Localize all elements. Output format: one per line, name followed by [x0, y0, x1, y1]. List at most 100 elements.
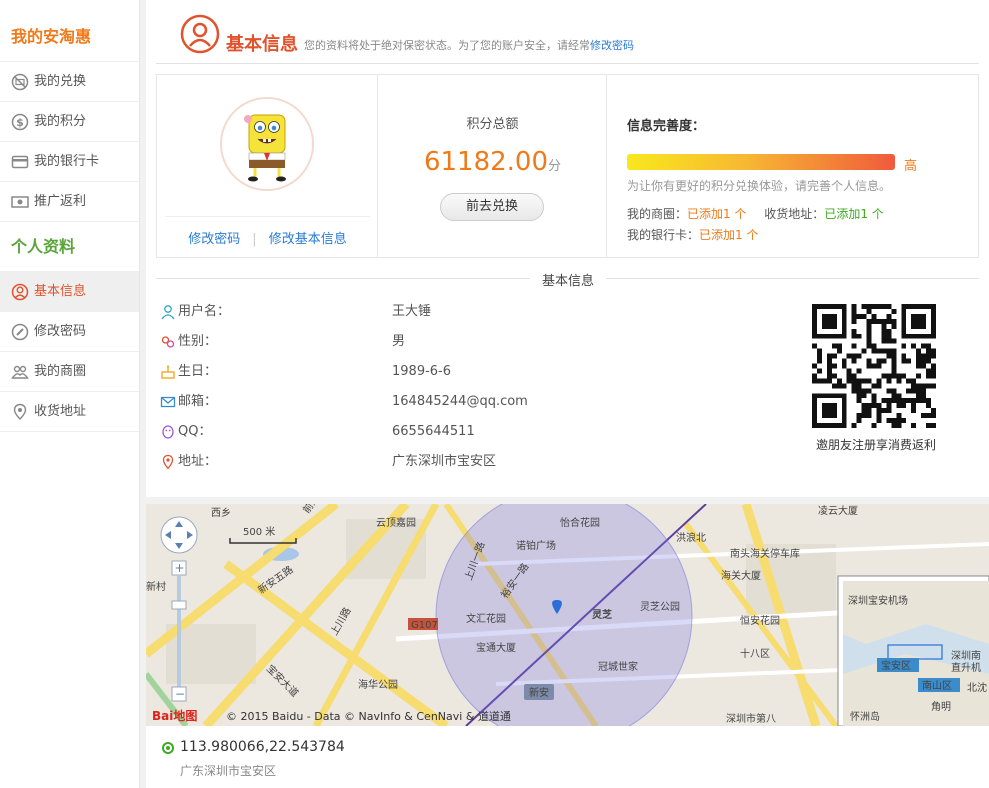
map-scale-label: 500 米 — [243, 525, 275, 538]
field-gender: 性别： 男 — [160, 332, 560, 352]
cake-icon — [161, 365, 175, 379]
user-circle-icon — [180, 14, 220, 54]
completeness-title: 信息完善度： — [627, 119, 706, 134]
map-label: 南头海关停车库 — [730, 547, 800, 560]
basic-info-section-label: 基本信息 — [530, 270, 607, 289]
map-label: 新村 — [146, 580, 166, 593]
bank-card-label: 我的银行卡： — [627, 228, 700, 242]
map-label: 深圳宝安机场 — [848, 594, 908, 607]
sidebar-item-my-exchange[interactable]: 我的兑换 — [0, 62, 139, 102]
location-pin-icon — [162, 454, 174, 470]
map-label: 恒安花园 — [740, 614, 780, 627]
map-canvas[interactable]: 西乡 云顶嘉园 怡合花园 洪浪北 凌云大厦 诺铂广场 南头海关停车库 新安五路 … — [146, 504, 989, 726]
field-username: 用户名： 王大锤 — [160, 302, 560, 322]
sidebar-item-label: 修改密码 — [34, 324, 87, 339]
profile-card: 修改密码 | 修改基本信息 — [157, 75, 378, 257]
map-label: 灵芝 — [592, 608, 612, 621]
sidebar-item-referral-rebate[interactable]: 推广返利 — [0, 182, 139, 222]
description-text: 您的资料将处于绝对保密状态。为了您的账户安全，请经常 — [304, 39, 590, 52]
points-card: 积分总额 61182.00分 前去兑换 — [378, 75, 607, 257]
sidebar-item-my-points[interactable]: $ 我的积分 — [0, 102, 139, 142]
location-pin-icon — [13, 403, 27, 420]
completeness-card: 信息完善度： 高 为让你有更好的积分兑换体验，请完善个人信息。 我的商圈：已添加… — [607, 75, 978, 257]
field-birthday: 生日： 1989-6-6 — [160, 362, 560, 382]
address-value-link[interactable]: 已添加1 个 — [824, 207, 883, 221]
map-logo-text: Bai地图 — [152, 708, 197, 723]
points-number: 61182.00 — [423, 147, 549, 177]
page: 我的安淘惠 我的兑换 $ 我的积分 我的银行卡 推广返利 个人资料 基本信息 修… — [0, 0, 989, 788]
change-password-link[interactable]: 修改密码 — [188, 232, 240, 247]
address-label: 收货地址： — [764, 207, 825, 221]
sidebar-item-basic-info[interactable]: 基本信息 — [0, 272, 139, 312]
dollar-coin-icon: $ — [11, 113, 29, 131]
gender-icon — [161, 336, 175, 348]
field-value: 广东深圳市宝安区 — [392, 454, 497, 469]
sidebar-item-label: 我的兑换 — [34, 74, 87, 89]
qq-penguin-icon — [162, 425, 174, 439]
map-label: 冠城世家 — [598, 660, 638, 673]
completeness-level: 高 — [904, 159, 918, 174]
page-title: 基本信息 — [226, 34, 298, 55]
bank-card-value-link[interactable]: 已添加1 个 — [699, 228, 758, 242]
change-password-link[interactable]: 修改密码 — [590, 39, 634, 52]
points-total: 61182.00分 — [378, 147, 607, 177]
map-label: 文汇花园 — [466, 612, 506, 625]
avatar[interactable] — [220, 97, 314, 191]
map-label: G107 — [411, 620, 438, 631]
map-label: 北沈 — [967, 681, 987, 694]
map-label: 灵芝公园 — [640, 600, 680, 613]
people-group-icon — [11, 365, 29, 379]
circle-and-address-row: 我的商圈：已添加1 个 收货地址：已添加1 个 — [627, 205, 884, 222]
edit-basic-info-link[interactable]: 修改基本信息 — [269, 232, 347, 247]
sidebar-item-label: 基本信息 — [34, 284, 87, 299]
field-email: 邮箱： 164845244@qq.com — [160, 392, 560, 412]
sidebar-section-title-account: 我的安淘惠 — [0, 0, 139, 62]
map-label: 深圳南 — [951, 649, 981, 662]
sidebar-item-shipping-address[interactable]: 收货地址 — [0, 392, 139, 432]
field-value: 6655644511 — [392, 424, 475, 439]
summary-panel: 修改密码 | 修改基本信息 积分总额 61182.00分 前去兑换 信息完善度： 高… — [156, 74, 979, 258]
map-label: 宝安区 — [881, 659, 911, 672]
mail-icon — [160, 396, 176, 408]
qr-caption: 邀朋友注册享消费返利 — [815, 438, 936, 452]
zoom-slider-handle[interactable] — [171, 600, 187, 610]
divider — [165, 216, 370, 217]
map-label: 深圳市第八 — [726, 712, 776, 725]
map-label: 宝通大厦 — [476, 641, 516, 654]
svg-text:−: − — [175, 687, 185, 701]
completeness-tip: 为让你有更好的积分兑换体验，请完善个人信息。 — [627, 179, 892, 193]
sidebar-section-title-profile: 个人资料 — [0, 222, 139, 272]
pencil-icon — [11, 323, 29, 341]
location-coordinates: 113.980066,22.543784 — [180, 739, 345, 755]
field-label: 用户名： — [178, 304, 231, 319]
completeness-progress-bar — [627, 154, 895, 170]
sidebar-item-my-circle[interactable]: 我的商圈 — [0, 352, 139, 392]
bank-card-row: 我的银行卡：已添加1 个 — [627, 226, 758, 243]
sidebar-item-bank-card[interactable]: 我的银行卡 — [0, 142, 139, 182]
map-label: 十八区 — [740, 647, 770, 660]
referral-qr-code — [812, 304, 936, 428]
points-label: 积分总额 — [466, 117, 519, 132]
map-overview-inset[interactable]: 深圳宝安机场 宝安区 南山区 深圳南 直升机 北沈 角明 怀洲岛 — [837, 575, 989, 726]
map-label: 云顶嘉园 — [376, 516, 416, 529]
map-label: 洪浪北 — [676, 531, 706, 544]
main-content: 基本信息 您的资料将处于绝对保密状态。为了您的账户安全，请经常修改密码 修改密码… — [146, 0, 989, 497]
map-label: 诺铂广场 — [516, 539, 556, 552]
go-exchange-button[interactable]: 前去兑换 — [440, 193, 544, 221]
sidebar-item-change-password[interactable]: 修改密码 — [0, 312, 139, 352]
location-map[interactable]: 西乡 云顶嘉园 怡合花园 洪浪北 凌云大厦 诺铂广场 南头海关停车库 新安五路 … — [146, 504, 989, 726]
page-description: 您的资料将处于绝对保密状态。为了您的账户安全，请经常修改密码 — [304, 37, 634, 53]
circle-value-link[interactable]: 已添加1 个 — [687, 207, 746, 221]
map-pan-control[interactable] — [160, 516, 198, 554]
field-value: 164845244@qq.com — [392, 394, 528, 409]
map-label: 角明 — [931, 701, 951, 713]
sidebar-item-label: 推广返利 — [34, 194, 87, 209]
sidebar-item-label: 收货地址 — [34, 404, 87, 419]
field-value: 1989-6-6 — [392, 364, 452, 379]
spongebob-avatar-image — [222, 99, 312, 189]
sidebar: 我的安淘惠 我的兑换 $ 我的积分 我的银行卡 推广返利 个人资料 基本信息 修… — [0, 0, 140, 788]
field-qq: QQ： 6655644511 — [160, 422, 560, 442]
divider — [156, 63, 979, 64]
field-label: 地址： — [178, 454, 218, 469]
map-label: 怀洲岛 — [850, 710, 880, 723]
